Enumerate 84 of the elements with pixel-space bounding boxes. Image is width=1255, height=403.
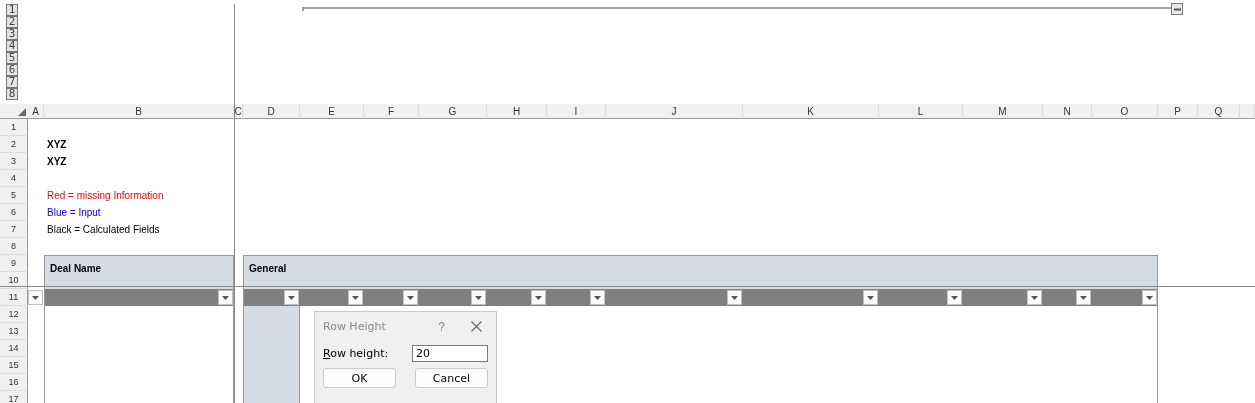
outline-level-button[interactable]: 4 — [6, 40, 18, 52]
cell-text: XYZ — [47, 139, 67, 150]
row-header[interactable]: 1 — [0, 119, 28, 136]
row-header[interactable]: 7 — [0, 221, 28, 238]
dialog-button[interactable]: OK — [323, 368, 396, 388]
table-title: General — [249, 263, 287, 274]
caret-icon — [352, 295, 359, 300]
filter-dropdown[interactable] — [403, 290, 418, 305]
close-button[interactable] — [471, 321, 482, 332]
caret-icon — [1031, 295, 1038, 300]
column-header[interactable]: I — [547, 104, 606, 119]
column-header[interactable]: B — [44, 104, 234, 119]
row-height-input[interactable]: 20 — [412, 345, 488, 362]
select-all-icon[interactable] — [18, 108, 26, 116]
filter-dropdown[interactable] — [863, 290, 878, 305]
filter-dropdown[interactable] — [727, 290, 742, 305]
outline-level-button[interactable]: 7 — [6, 76, 18, 88]
filter-dropdown[interactable] — [1027, 290, 1042, 305]
column-header[interactable]: E — [300, 104, 364, 119]
column-header[interactable]: G — [419, 104, 487, 119]
filter-dropdown[interactable] — [348, 290, 363, 305]
outline-level-button[interactable]: 3 — [6, 28, 18, 40]
column-header[interactable]: M — [963, 104, 1043, 119]
table-title: Deal Name — [50, 263, 102, 274]
row-header[interactable]: 12 — [0, 306, 28, 323]
column-header[interactable]: Q — [1198, 104, 1240, 119]
filter-dropdown[interactable] — [28, 290, 43, 305]
outline-level-button[interactable]: 1 — [6, 4, 18, 16]
filter-dropdown[interactable] — [284, 290, 299, 305]
filter-dropdown[interactable] — [1142, 290, 1157, 305]
outline-level-button[interactable]: 8 — [6, 88, 18, 100]
row-header[interactable]: 6 — [0, 204, 28, 221]
row-header[interactable]: 2 — [0, 136, 28, 153]
caret-icon — [535, 295, 542, 300]
row-header[interactable]: 14 — [0, 340, 28, 357]
row-header[interactable]: 16 — [0, 374, 28, 391]
filter-dropdown[interactable] — [531, 290, 546, 305]
dialog-title: Row Height — [323, 320, 387, 333]
dialog-button[interactable]: Cancel — [415, 368, 488, 388]
row-header[interactable]: 5 — [0, 187, 28, 204]
caret-icon — [407, 295, 414, 300]
caret-icon — [867, 295, 874, 300]
filter-dropdown[interactable] — [218, 290, 233, 305]
cell-text: Black = Calculated Fields — [47, 224, 160, 235]
outline-level-button[interactable]: 5 — [6, 52, 18, 64]
row-header[interactable]: 13 — [0, 323, 28, 340]
row-header[interactable]: 8 — [0, 238, 28, 255]
filter-dropdown[interactable] — [1076, 290, 1091, 305]
filter-dropdown[interactable] — [471, 290, 486, 305]
field-label: Row height: — [323, 347, 389, 360]
column-header[interactable]: O — [1092, 104, 1158, 119]
column-header[interactable]: P — [1158, 104, 1198, 119]
outline-level-button[interactable]: 2 — [6, 16, 18, 28]
row-header[interactable]: 4 — [0, 170, 28, 187]
column-header[interactable]: L — [879, 104, 963, 119]
caret-icon — [731, 295, 738, 300]
row-header[interactable]: 9 — [0, 255, 28, 272]
row-header[interactable]: 17 — [0, 391, 28, 403]
caret-icon — [288, 295, 295, 300]
caret-icon — [222, 295, 229, 300]
caret-icon — [594, 295, 601, 300]
row-header[interactable]: 11 — [0, 289, 28, 306]
filter-dropdown[interactable] — [947, 290, 962, 305]
caret-icon — [475, 295, 482, 300]
cell-text: Blue = Input — [47, 207, 101, 218]
cell-text: XYZ — [47, 156, 67, 167]
column-header[interactable]: H — [487, 104, 547, 119]
filter-dropdown[interactable] — [590, 290, 605, 305]
column-header[interactable]: F — [364, 104, 419, 119]
collapse-button[interactable] — [1171, 3, 1183, 15]
column-header[interactable]: K — [743, 104, 879, 119]
column-header[interactable]: A — [28, 104, 44, 119]
cell-text: Red = missing Information — [47, 190, 164, 201]
caret-icon — [951, 295, 958, 300]
row-header[interactable]: 15 — [0, 357, 28, 374]
column-header[interactable]: D — [243, 104, 300, 119]
caret-icon — [1146, 295, 1153, 300]
caret-icon — [32, 295, 39, 300]
row-header[interactable]: 3 — [0, 153, 28, 170]
outline-level-button[interactable]: 6 — [6, 64, 18, 76]
column-header[interactable]: N — [1043, 104, 1092, 119]
column-header[interactable]: J — [606, 104, 743, 119]
caret-icon — [1080, 295, 1087, 300]
close-icon — [471, 321, 482, 332]
